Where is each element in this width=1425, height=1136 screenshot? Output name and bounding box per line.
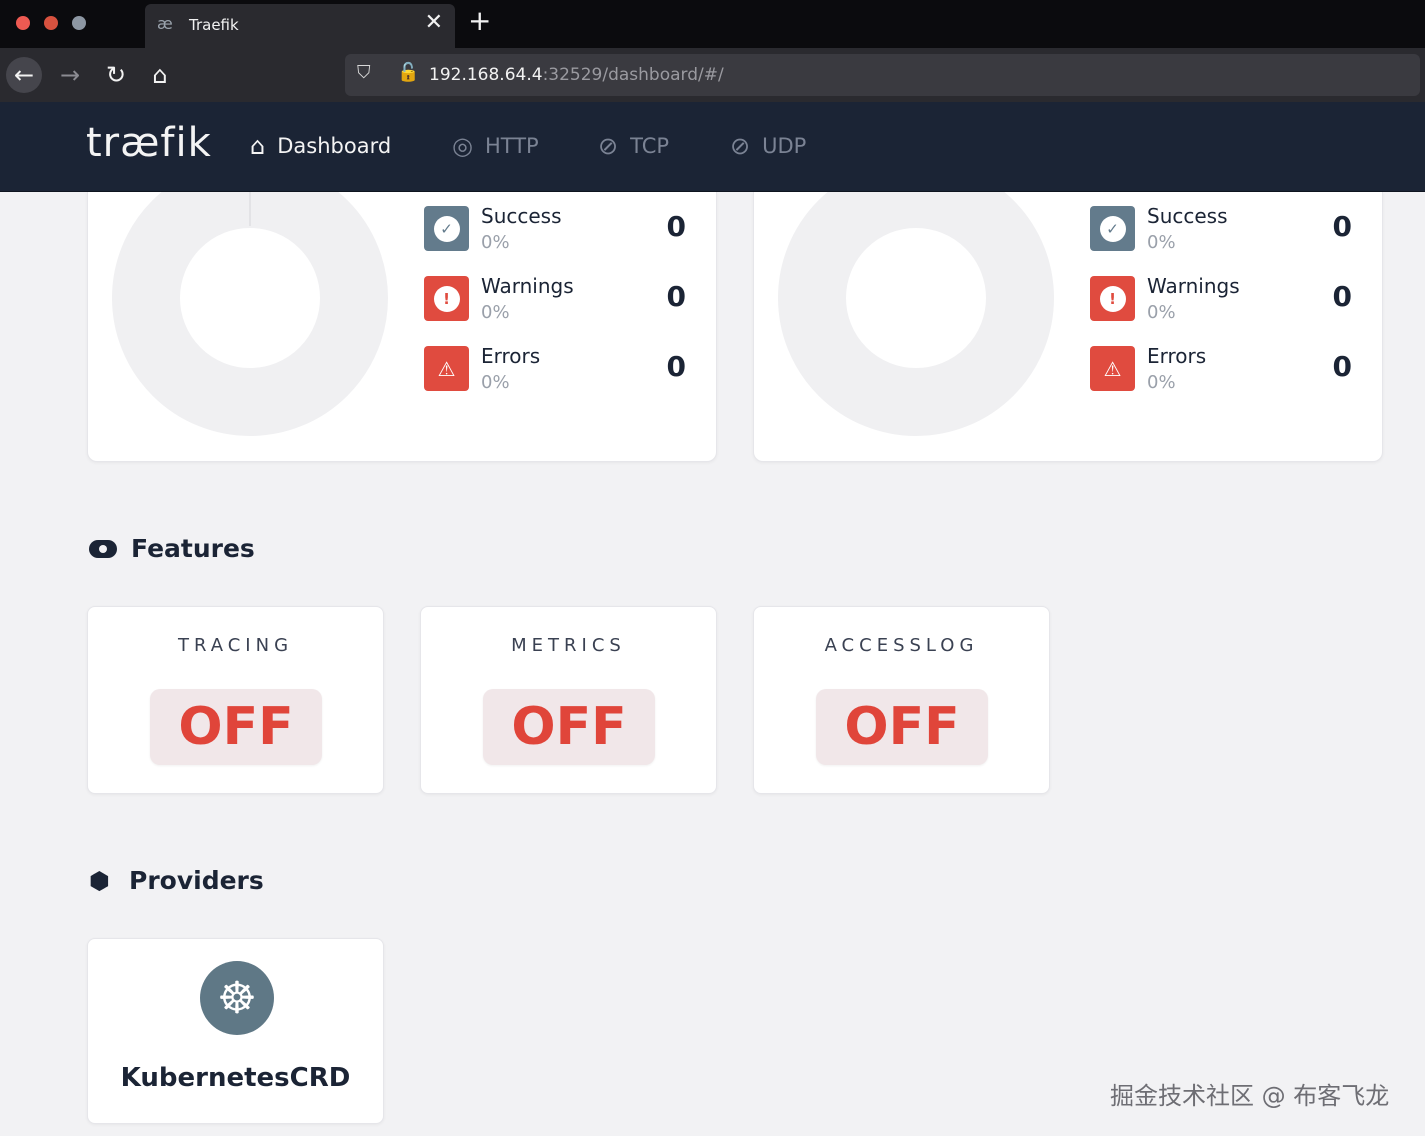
back-button[interactable]: ← <box>6 57 42 93</box>
url-text[interactable]: 192.168.64.4:32529/dashboard/#/ <box>429 65 724 85</box>
stat-label: Warnings <box>1147 274 1240 298</box>
stat-label: Errors <box>481 344 541 368</box>
reload-button[interactable]: ↻ <box>98 57 134 93</box>
feature-status-badge: OFF <box>816 689 988 765</box>
home-icon: ⌂ <box>250 132 266 160</box>
stat-label: Errors <box>1147 344 1207 368</box>
features-heading: Features <box>89 534 255 563</box>
stat-errors: ⚠ Errors 0% 0 <box>1090 344 1352 406</box>
stat-count: 0 <box>666 280 686 313</box>
stat-label: Success <box>481 204 562 228</box>
success-check-icon: ✓ <box>424 206 469 251</box>
watermark-text: 掘金技术社区 @ 布客飞龙 <box>1110 1082 1390 1110</box>
udp-icon: ⊘ <box>730 132 751 160</box>
stat-warnings: ! Warnings 0% 0 <box>424 274 686 336</box>
stat-count: 0 <box>666 210 686 243</box>
feature-status-badge: OFF <box>150 689 322 765</box>
stat-percent: 0% <box>1147 302 1176 323</box>
providers-title: Providers <box>129 866 264 895</box>
providers-heading: ⬢ Providers <box>89 866 264 895</box>
kubernetes-icon: ☸ <box>200 961 274 1035</box>
forward-button[interactable]: → <box>52 57 88 93</box>
provider-name: KubernetesCRD <box>120 1063 351 1093</box>
window-zoom-button[interactable] <box>72 16 86 30</box>
nav-dashboard-label: Dashboard <box>277 134 392 158</box>
stat-count: 0 <box>666 350 686 383</box>
app-header: træfik ⌂ Dashboard ◎ HTTP ⊘ TCP ⊘ UDP <box>0 102 1425 192</box>
stat-label: Success <box>1147 204 1228 228</box>
nav-tcp[interactable]: ⊘ TCP <box>598 132 669 160</box>
traefik-favicon-icon: æ <box>157 14 173 33</box>
tab-title: Traefik <box>189 16 239 34</box>
tab-close-icon[interactable]: ✕ <box>425 10 443 35</box>
tcp-icon: ⊘ <box>598 132 619 160</box>
stat-success: ✓ Success 0% 0 <box>424 204 686 266</box>
stat-percent: 0% <box>481 302 510 323</box>
nav-udp-label: UDP <box>762 134 807 158</box>
error-triangle-icon: ⚠ <box>1090 346 1135 391</box>
cube-icon: ⬢ <box>89 866 110 895</box>
feature-name: METRICS <box>511 635 626 656</box>
donut-marker <box>249 192 251 226</box>
browser-tab[interactable]: æ Traefik ✕ <box>145 4 455 48</box>
new-tab-button[interactable]: + <box>468 4 491 37</box>
nav-udp[interactable]: ⊘ UDP <box>730 132 806 160</box>
features-title: Features <box>131 534 255 563</box>
warning-exclamation-icon: ! <box>424 276 469 321</box>
home-button[interactable]: ⌂ <box>142 57 178 93</box>
stat-percent: 0% <box>481 232 510 253</box>
traefik-logo[interactable]: træfik <box>86 120 212 166</box>
provider-card-kubernetescrd[interactable]: ☸ KubernetesCRD <box>87 938 384 1124</box>
stats-card-right: ✓ Success 0% 0 ! Warnings 0% 0 ⚠ Errors … <box>753 192 1383 462</box>
nav-http[interactable]: ◎ HTTP <box>452 132 539 160</box>
stat-errors: ⚠ Errors 0% 0 <box>424 344 686 406</box>
stat-label: Warnings <box>481 274 574 298</box>
address-bar[interactable]: ⛉ 🔓 192.168.64.4:32529/dashboard/#/ <box>345 54 1420 96</box>
feature-card-tracing: TRACING OFF <box>87 606 384 794</box>
feature-card-metrics: METRICS OFF <box>420 606 717 794</box>
eye-icon <box>89 539 117 558</box>
feature-status-badge: OFF <box>483 689 655 765</box>
feature-name: ACCESSLOG <box>824 635 979 656</box>
browser-toolbar: ← → ↻ ⌂ ⛉ 🔓 192.168.64.4:32529/dashboard… <box>0 48 1425 102</box>
stats-card-left: ✓ Success 0% 0 ! Warnings 0% 0 ⚠ Errors … <box>87 192 717 462</box>
globe-icon: ◎ <box>452 132 473 160</box>
stat-percent: 0% <box>1147 372 1176 393</box>
feature-name: TRACING <box>177 635 294 656</box>
success-check-icon: ✓ <box>1090 206 1135 251</box>
stat-count: 0 <box>1332 350 1352 383</box>
warning-exclamation-icon: ! <box>1090 276 1135 321</box>
stat-percent: 0% <box>1147 232 1176 253</box>
window-close-button[interactable] <box>16 16 30 30</box>
stat-percent: 0% <box>481 372 510 393</box>
error-triangle-icon: ⚠ <box>424 346 469 391</box>
stat-count: 0 <box>1332 280 1352 313</box>
donut-chart <box>112 192 388 436</box>
stat-success: ✓ Success 0% 0 <box>1090 204 1352 266</box>
shield-icon[interactable]: ⛉ <box>357 62 371 83</box>
stat-count: 0 <box>1332 210 1352 243</box>
stat-warnings: ! Warnings 0% 0 <box>1090 274 1352 336</box>
nav-tcp-label: TCP <box>630 134 670 158</box>
nav-dashboard[interactable]: ⌂ Dashboard <box>250 132 391 160</box>
insecure-lock-icon[interactable]: 🔓 <box>397 62 419 83</box>
browser-tab-bar: æ Traefik ✕ + <box>0 0 1425 48</box>
donut-chart <box>778 192 1054 436</box>
nav-http-label: HTTP <box>484 134 539 158</box>
window-minimize-button[interactable] <box>44 16 58 30</box>
feature-card-accesslog: ACCESSLOG OFF <box>753 606 1050 794</box>
